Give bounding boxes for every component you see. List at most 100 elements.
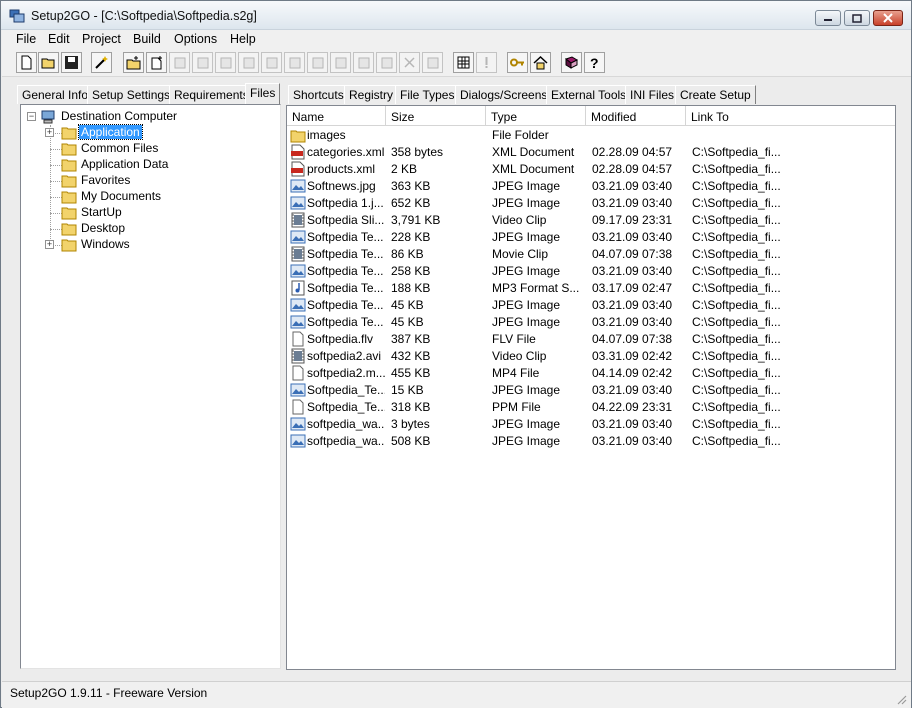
tab-ini-files[interactable]: INI Files	[625, 85, 680, 104]
tab-shortcuts[interactable]: Shortcuts	[288, 85, 349, 104]
destination-tree[interactable]: − Destination Computer + Application Com…	[20, 104, 281, 669]
image-icon	[290, 314, 306, 330]
cell-size: 15 KB	[391, 383, 424, 397]
table-row[interactable]: Softpedia Te... 86 KB Movie Clip 04.07.09 0…	[287, 246, 895, 263]
column-header-link-to[interactable]: Link To	[686, 106, 892, 126]
cell-name: Softpedia Te...	[307, 298, 384, 312]
tree-item-common-files[interactable]: Common Files	[79, 141, 160, 155]
tab-external-tools[interactable]: External Tools	[546, 85, 632, 104]
table-row[interactable]: Softpedia Te... 258 KB JPEG Image 03.21.09 …	[287, 263, 895, 280]
table-row[interactable]: Softpedia Te... 45 KB JPEG Image 03.21.09 0…	[287, 297, 895, 314]
menu-project[interactable]: Project	[82, 32, 121, 46]
table-row[interactable]: Softnews.jpg 363 KB JPEG Image 03.21.09 03:…	[287, 178, 895, 195]
tree-item-windows[interactable]: Windows	[79, 237, 132, 251]
toolbar-button-5[interactable]	[215, 52, 236, 73]
tab-general-info[interactable]: General Info	[17, 85, 94, 104]
cell-modified: 03.21.09 03:40	[592, 434, 673, 448]
table-row[interactable]: images File Folder	[287, 127, 895, 144]
resize-grip-icon[interactable]	[895, 693, 907, 705]
menu-build[interactable]: Build	[133, 32, 161, 46]
table-row[interactable]: Softpedia_Te... 15 KB JPEG Image 03.21.09 0…	[287, 382, 895, 399]
table-row[interactable]: Softpedia 1.j... 652 KB JPEG Image 03.21.09…	[287, 195, 895, 212]
toolbar-button-4[interactable]	[192, 52, 213, 73]
cell-size: 318 KB	[391, 400, 431, 414]
expand-toggle[interactable]: +	[45, 240, 54, 249]
table-row[interactable]: Softpedia Sli... 3,791 KB Video Clip 09.17.…	[287, 212, 895, 229]
tree-item-favorites[interactable]: Favorites	[79, 173, 132, 187]
tree-item-application[interactable]: Application	[78, 124, 143, 140]
tab-registry[interactable]: Registry	[344, 85, 399, 104]
tab-files[interactable]: Files	[245, 83, 281, 104]
column-header-modified[interactable]: Modified	[586, 106, 686, 126]
register-button[interactable]	[507, 52, 528, 73]
table-row[interactable]: Softpedia Te... 188 KB MP3 Format S... 03.1…	[287, 280, 895, 297]
table-row[interactable]: softpedia_wa... 508 KB JPEG Image 03.21.09 …	[287, 433, 895, 450]
menu-options[interactable]: Options	[174, 32, 217, 46]
properties-button[interactable]	[422, 52, 443, 73]
menu-edit[interactable]: Edit	[48, 32, 70, 46]
menu-help[interactable]: Help	[230, 32, 256, 46]
toolbar-button-10[interactable]	[330, 52, 351, 73]
cell-modified: 09.17.09 23:31	[592, 213, 673, 227]
menu-file[interactable]: File	[16, 32, 36, 46]
toolbar-button-8[interactable]	[284, 52, 305, 73]
window-title: Setup2GO - [C:\Softpedia\Softpedia.s2g]	[31, 9, 257, 23]
tab-requirements[interactable]: Requirements	[169, 85, 254, 104]
delete-button[interactable]	[399, 52, 420, 73]
table-row[interactable]: Softpedia.flv 387 KB FLV File 04.07.09 07:3…	[287, 331, 895, 348]
tab-dialogs-screens[interactable]: Dialogs/Screens	[455, 85, 553, 104]
home-button[interactable]	[530, 52, 551, 73]
table-row[interactable]: Softpedia_Te... 318 KB PPM File 04.22.09 23…	[287, 399, 895, 416]
collapse-toggle[interactable]: −	[27, 112, 36, 121]
column-header-name[interactable]: Name	[287, 106, 386, 126]
info-button[interactable]	[476, 52, 497, 73]
build-button[interactable]	[453, 52, 474, 73]
tab-file-types[interactable]: File Types	[395, 85, 460, 104]
table-row[interactable]: softpedia_wa... 3 bytes JPEG Image 03.21.09…	[287, 416, 895, 433]
tab-setup-settings[interactable]: Setup Settings	[87, 85, 176, 104]
toolbar-button-12[interactable]	[376, 52, 397, 73]
save-icon	[65, 56, 78, 69]
table-row[interactable]: softpedia2.avi 432 KB Video Clip 03.31.09 0…	[287, 348, 895, 365]
add-files-button[interactable]	[146, 52, 167, 73]
wizard-button[interactable]	[91, 52, 112, 73]
table-row[interactable]: categories.xml 358 bytes XML Document 02.28…	[287, 144, 895, 161]
table-row[interactable]: products.xml 2 KB XML Document 02.28.09 04:…	[287, 161, 895, 178]
tab-create-setup[interactable]: Create Setup	[675, 85, 756, 104]
new-button[interactable]	[16, 52, 37, 73]
folder-icon	[61, 239, 77, 252]
table-row[interactable]: softpedia2.m... 455 KB MP4 File 04.14.09 02…	[287, 365, 895, 382]
toolbar-button-3[interactable]	[169, 52, 190, 73]
table-row[interactable]: Softpedia Te... 228 KB JPEG Image 03.21.09 …	[287, 229, 895, 246]
file-list[interactable]: Name Size Type Modified Link To images Fi…	[286, 105, 896, 670]
tree-item-startup[interactable]: StartUp	[79, 205, 124, 219]
toolbar-button-7[interactable]	[261, 52, 282, 73]
cell-type: FLV File	[492, 332, 536, 346]
cell-link: C:\Softpedia_fi...	[692, 315, 781, 329]
help-button[interactable]: ?	[584, 52, 605, 73]
cell-type: Video Clip	[492, 213, 547, 227]
tree-root[interactable]: Destination Computer	[59, 109, 179, 123]
save-button[interactable]	[61, 52, 82, 73]
toolbar-button-6[interactable]	[238, 52, 259, 73]
toolbar-button-9[interactable]	[307, 52, 328, 73]
cell-name: Softpedia_Te...	[307, 383, 385, 397]
cell-type: Movie Clip	[492, 247, 549, 261]
close-button[interactable]	[873, 10, 903, 26]
tree-item-application-data[interactable]: Application Data	[79, 157, 170, 171]
expand-toggle[interactable]: +	[45, 128, 54, 137]
column-header-size[interactable]: Size	[386, 106, 486, 126]
tree-item-my-documents[interactable]: My Documents	[79, 189, 163, 203]
minimize-button[interactable]	[815, 10, 841, 26]
toolbar-button-11[interactable]	[353, 52, 374, 73]
tree-item-desktop[interactable]: Desktop	[79, 221, 127, 235]
open-button[interactable]	[38, 52, 59, 73]
folder-icon	[61, 143, 77, 156]
add-folder-button[interactable]	[123, 52, 144, 73]
help-book-button[interactable]	[561, 52, 582, 73]
folder-icon	[290, 127, 306, 143]
column-header-type[interactable]: Type	[486, 106, 586, 126]
table-row[interactable]: Softpedia Te... 45 KB JPEG Image 03.21.09 0…	[287, 314, 895, 331]
cell-link: C:\Softpedia_fi...	[692, 145, 781, 159]
maximize-button[interactable]	[844, 10, 870, 26]
